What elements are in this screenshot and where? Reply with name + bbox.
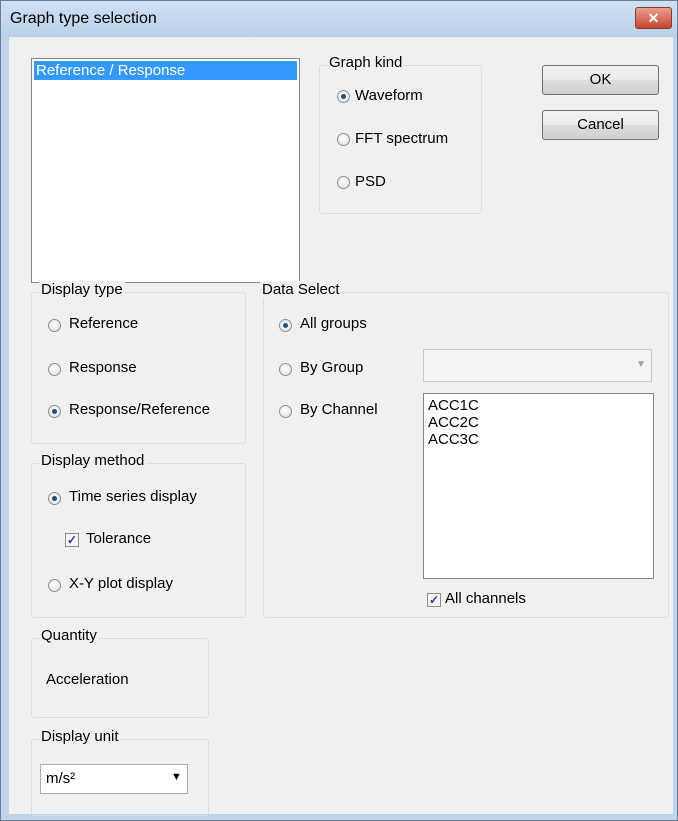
graph-type-list[interactable]: Reference / Response [31, 58, 300, 283]
display-unit-value: m/s² [46, 770, 76, 787]
checkmark-icon: ✓ [428, 593, 440, 607]
display-type-response-reference-radio[interactable] [48, 405, 61, 418]
tolerance-checkbox[interactable]: ✓ [65, 533, 79, 547]
list-item[interactable]: ACC2C [428, 414, 479, 431]
list-item-label: Reference / Response [36, 62, 186, 79]
dialog-body: Reference / Response Graph kind Waveform… [9, 37, 673, 816]
quantity-legend: Quantity [39, 627, 99, 644]
time-series-label[interactable]: Time series display [69, 488, 197, 505]
channel-item-label: ACC1C [428, 397, 479, 414]
ok-button[interactable]: OK [542, 65, 659, 95]
list-item[interactable]: Reference / Response [34, 61, 297, 80]
xy-plot-radio[interactable] [48, 579, 61, 592]
title-bar[interactable]: Graph type selection ✕ [1, 1, 677, 37]
graph-kind-psd-label[interactable]: PSD [355, 173, 386, 190]
list-item[interactable]: ACC1C [428, 397, 479, 414]
chevron-down-icon[interactable]: ▼ [171, 771, 182, 783]
display-type-reference-radio[interactable] [48, 319, 61, 332]
display-type-group [31, 292, 246, 444]
by-channel-label[interactable]: By Channel [300, 401, 378, 418]
quantity-value: Acceleration [46, 671, 129, 688]
channel-item-label: ACC2C [428, 414, 479, 431]
all-groups-label[interactable]: All groups [300, 315, 367, 332]
all-groups-radio[interactable] [279, 319, 292, 332]
graph-kind-psd-radio[interactable] [337, 176, 350, 189]
display-type-response-reference-label[interactable]: Response/Reference [69, 401, 210, 418]
by-group-radio[interactable] [279, 363, 292, 376]
data-select-legend: Data Select [260, 281, 342, 298]
by-group-label[interactable]: By Group [300, 359, 363, 376]
cancel-button-label: Cancel [577, 116, 624, 133]
tolerance-label[interactable]: Tolerance [86, 530, 151, 547]
checkmark-icon: ✓ [66, 533, 78, 547]
display-unit-legend: Display unit [39, 728, 121, 745]
graph-kind-legend: Graph kind [327, 54, 405, 71]
display-method-legend: Display method [39, 452, 147, 469]
chevron-down-icon[interactable]: ▼ [636, 359, 646, 370]
all-channels-label[interactable]: All channels [445, 590, 526, 607]
window-title: Graph type selection [10, 10, 157, 27]
close-button[interactable]: ✕ [635, 7, 672, 29]
xy-plot-label[interactable]: X-Y plot display [69, 575, 173, 592]
display-type-response-label[interactable]: Response [69, 359, 137, 376]
graph-kind-waveform-radio[interactable] [337, 90, 350, 103]
group-select[interactable]: ▼ [423, 349, 652, 382]
graph-kind-fft-radio[interactable] [337, 133, 350, 146]
channel-list[interactable]: ACC1C ACC2C ACC3C [423, 393, 654, 579]
time-series-radio[interactable] [48, 492, 61, 505]
ok-button-label: OK [589, 71, 612, 88]
display-type-legend: Display type [39, 281, 125, 298]
all-channels-checkbox[interactable]: ✓ [427, 593, 441, 607]
graph-kind-waveform-label[interactable]: Waveform [355, 87, 423, 104]
graph-kind-fft-label[interactable]: FFT spectrum [355, 130, 448, 147]
display-type-response-radio[interactable] [48, 363, 61, 376]
dialog-window: Graph type selection ✕ Reference / Respo… [0, 0, 678, 821]
list-item[interactable]: ACC3C [428, 431, 479, 448]
cancel-button[interactable]: Cancel [542, 110, 659, 140]
display-unit-select[interactable]: m/s² ▼ [40, 764, 188, 794]
close-icon: ✕ [647, 10, 660, 26]
display-type-reference-label[interactable]: Reference [69, 315, 138, 332]
channel-item-label: ACC3C [428, 431, 479, 448]
by-channel-radio[interactable] [279, 405, 292, 418]
